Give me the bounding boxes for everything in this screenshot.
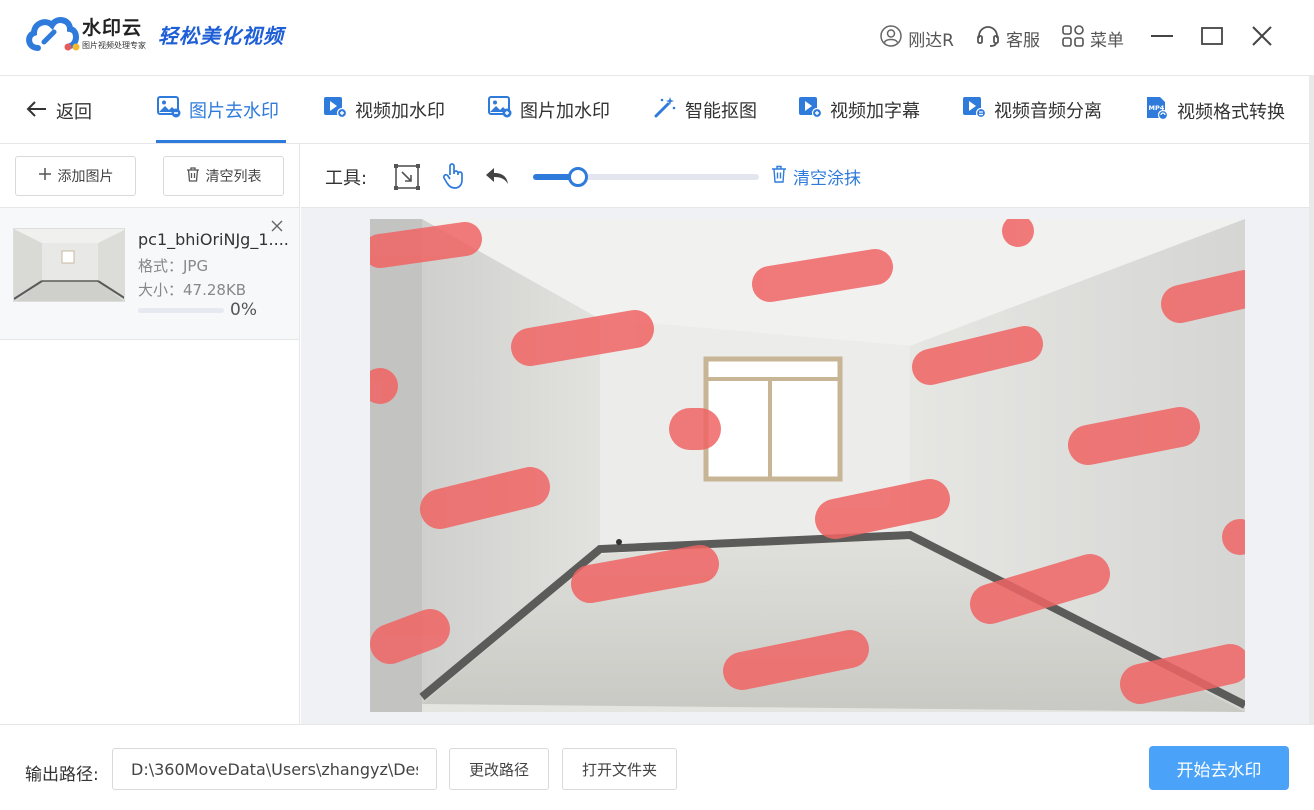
user-account[interactable]: 刚达R [880,24,954,52]
undo-tool[interactable] [484,166,510,190]
clear-list-label: 清空列表 [205,169,262,185]
tab-video-add-watermark[interactable]: 视频加水印 [323,96,445,123]
tab-label: 图片去水印 [189,100,279,122]
change-path-button[interactable]: 更改路径 [449,748,549,790]
tab-label: 视频音频分离 [994,100,1102,122]
title-bar: 水印云 图片视频处理专家 轻松美化视频 刚达R 客服 菜单 [0,0,1314,76]
tab-label: 视频加字幕 [830,100,920,122]
close-icon [270,218,284,237]
trash-icon [771,165,793,188]
clear-paint-button[interactable]: 清空涂抹 [771,164,861,189]
image-add-icon [488,96,520,123]
menu-button[interactable]: 菜单 [1062,24,1124,52]
tab-video-audio-split[interactable]: 视频音频分离 [962,96,1102,123]
file-name: pc1_bhiOriNJg_1.... [138,230,288,249]
tab-image-remove-watermark[interactable]: 图片去水印 [157,96,279,123]
window-edge [1309,76,1314,724]
app-subtitle: 图片视频处理专家 [82,41,146,50]
file-format: 格式：JPG [138,257,209,275]
file-progress-bar [138,308,224,313]
mp4-icon: MP4 [1145,96,1177,125]
bottom-bar: 输出路径: 更改路径 打开文件夹 开始去水印 [0,724,1314,810]
output-path-label: 输出路径: [25,765,99,785]
video-add-icon [323,96,355,123]
brush-size-slider[interactable] [533,167,759,187]
minimize-button[interactable] [1150,26,1174,50]
clear-list-button[interactable]: 清空列表 [163,156,284,196]
back-button[interactable]: 返回 [26,98,92,124]
user-icon [880,24,908,52]
headset-icon [976,25,1006,52]
output-path-field[interactable] [112,748,437,790]
undo-icon [484,168,510,190]
file-thumbnail [13,228,125,302]
open-folder-button[interactable]: 打开文件夹 [562,748,677,790]
app-slogan: 轻松美化视频 [158,23,284,48]
minimize-icon [1150,26,1174,50]
plus-icon [38,167,58,185]
hand-icon [441,163,467,194]
clear-paint-label: 清空涂抹 [793,169,861,189]
magic-wand-icon [653,96,685,123]
remove-file-button[interactable] [270,218,284,237]
select-rect-tool[interactable] [394,164,420,194]
close-icon [1250,24,1274,52]
image-canvas[interactable] [370,219,1245,712]
file-progress-text: 0% [230,300,257,320]
file-list-item[interactable]: pc1_bhiOriNJg_1.... 格式：JPG 大小：47.28KB 0% [0,208,299,340]
add-image-label: 添加图片 [57,169,114,185]
active-tab-indicator [156,140,286,143]
menu-label: 菜单 [1090,30,1124,51]
tab-image-add-watermark[interactable]: 图片加水印 [488,96,610,123]
app-name: 水印云 [82,17,143,39]
tab-smart-cutout[interactable]: 智能抠图 [653,96,757,123]
video-subtitle-icon [798,96,830,123]
app-logo: 水印云 图片视频处理专家 轻松美化视频 [24,14,284,54]
tab-video-subtitle[interactable]: 视频加字幕 [798,96,920,123]
close-button[interactable] [1250,24,1274,52]
file-size: 大小：47.28KB [138,281,247,299]
tab-label: 视频格式转换 [1177,101,1285,123]
brush-size-handle[interactable] [568,167,589,187]
file-list-panel: 添加图片 清空列表 pc1_bhiOriNJg_1.... 格式：JPG 大小：… [0,144,300,724]
video-audio-icon [962,96,994,123]
arrow-left-icon [26,100,56,123]
support-label: 客服 [1006,30,1040,51]
maximize-icon [1200,26,1224,50]
add-image-button[interactable]: 添加图片 [15,156,136,196]
start-remove-watermark-button[interactable]: 开始去水印 [1149,746,1289,790]
toolbar-label: 工具: [325,168,368,189]
tab-video-format-convert[interactable]: MP4 视频格式转换 [1145,96,1285,125]
image-remove-icon [157,96,189,123]
trash-icon [186,166,206,186]
select-rect-icon [394,164,420,194]
support-button[interactable]: 客服 [976,25,1040,52]
user-name: 刚达R [908,30,954,51]
maximize-button[interactable] [1200,26,1224,50]
back-label: 返回 [56,102,92,123]
tab-label: 视频加水印 [355,100,445,122]
tab-label: 图片加水印 [520,100,610,122]
tab-label: 智能抠图 [685,100,757,122]
grid-icon [1062,24,1090,52]
tab-bar: 返回 图片去水印 视频加水印 图片加水印 智能抠图 视频加字幕 视频音频分离 M… [0,76,1314,144]
hand-tool[interactable] [441,162,467,194]
canvas-area [301,208,1309,724]
cloud-icon [24,14,80,54]
edit-toolbar: 工具: 清空涂抹 [301,144,1309,208]
